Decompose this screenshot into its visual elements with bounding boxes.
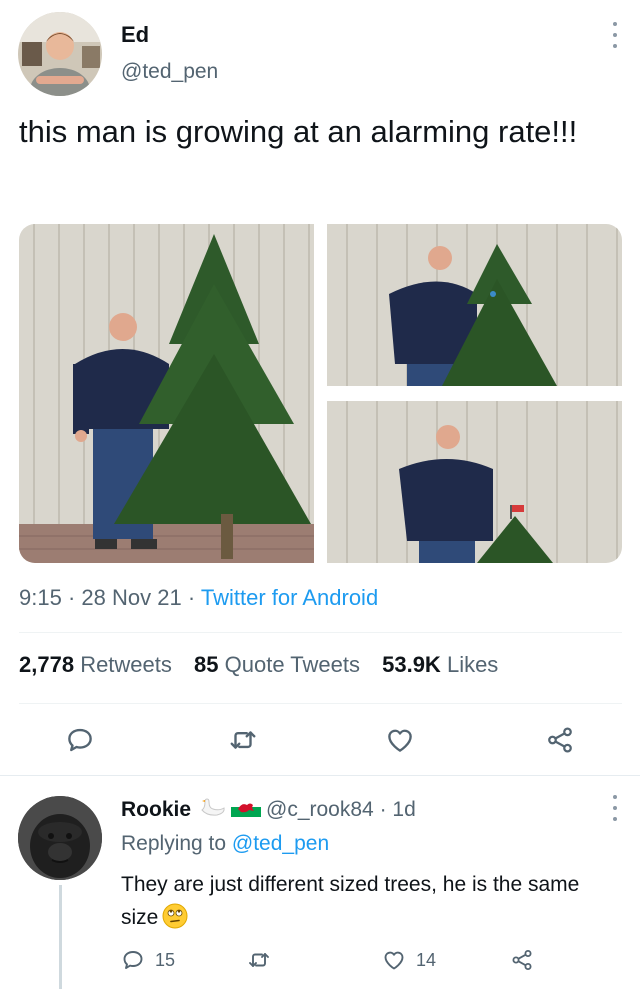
thread-line	[59, 885, 62, 989]
retweets-stat[interactable]: 2,778 Retweets	[19, 652, 172, 677]
meta-separator: ·	[379, 798, 387, 821]
reply-share-action[interactable]	[510, 948, 534, 972]
author-name[interactable]: Ed	[121, 22, 149, 48]
tweet-stats: 2,778 Retweets 85 Quote Tweets 53.9K Lik…	[19, 652, 498, 678]
reply-icon[interactable]	[121, 948, 145, 972]
reply-age[interactable]: 1d	[392, 798, 415, 821]
reply-text-block: They are just different sized trees, he …	[121, 868, 621, 934]
more-options-icon[interactable]	[612, 22, 618, 48]
reply-author-name[interactable]: Rookie	[121, 798, 191, 822]
reply-retweet-action[interactable]	[247, 948, 271, 972]
tweet-source[interactable]: Twitter for Android	[201, 585, 378, 610]
wales-flag-icon	[231, 797, 261, 817]
name-emoji-badges	[199, 796, 261, 818]
reply-reply-action[interactable]: 15	[121, 948, 175, 972]
like-icon[interactable]	[382, 948, 406, 972]
photo-large-tree[interactable]	[19, 224, 314, 563]
swan-emoji-icon	[201, 798, 225, 816]
replying-to-link[interactable]: @ted_pen	[232, 832, 329, 855]
replying-to-prefix: Replying to	[121, 832, 227, 855]
media-grid	[19, 224, 622, 563]
like-icon[interactable]	[380, 720, 420, 760]
reply-author-handle[interactable]: @c_rook84	[266, 798, 374, 821]
reply-like-count: 14	[416, 949, 437, 970]
quotes-stat[interactable]: 85 Quote Tweets	[194, 652, 360, 677]
reply-meta: @c_rook84 · 1d	[266, 798, 416, 822]
share-icon[interactable]	[540, 720, 580, 760]
reply-avatar[interactable]	[18, 796, 102, 880]
section-divider	[0, 775, 640, 776]
face-with-rolling-eyes-emoji-icon	[162, 903, 188, 929]
share-icon[interactable]	[510, 948, 534, 972]
photo-small-tree[interactable]	[327, 401, 622, 563]
likes-stat[interactable]: 53.9K Likes	[382, 652, 498, 677]
meta-separator: ·	[67, 585, 76, 610]
retweet-icon[interactable]	[247, 948, 271, 972]
reply-more-options-icon[interactable]	[612, 795, 618, 821]
tweet-date[interactable]: 28 Nov 21	[81, 585, 181, 610]
meta-separator: ·	[187, 585, 196, 610]
photo-medium-tree[interactable]	[327, 224, 622, 386]
reply-text: They are just different sized trees, he …	[121, 873, 580, 929]
author-handle[interactable]: @ted_pen	[121, 60, 218, 84]
reply-reply-count: 15	[155, 949, 176, 970]
retweet-icon[interactable]	[223, 720, 263, 760]
author-avatar[interactable]	[18, 12, 102, 96]
divider	[19, 632, 622, 633]
tweet-text: this man is growing at an alarming rate!…	[19, 114, 578, 149]
tweet-meta: 9:15 · 28 Nov 21 · Twitter for Android	[19, 585, 378, 611]
reply-icon[interactable]	[60, 720, 100, 760]
replying-to: Replying to @ted_pen	[121, 832, 329, 856]
divider	[19, 703, 622, 704]
tweet-time[interactable]: 9:15	[19, 585, 62, 610]
reply-like-action[interactable]: 14	[382, 948, 436, 972]
